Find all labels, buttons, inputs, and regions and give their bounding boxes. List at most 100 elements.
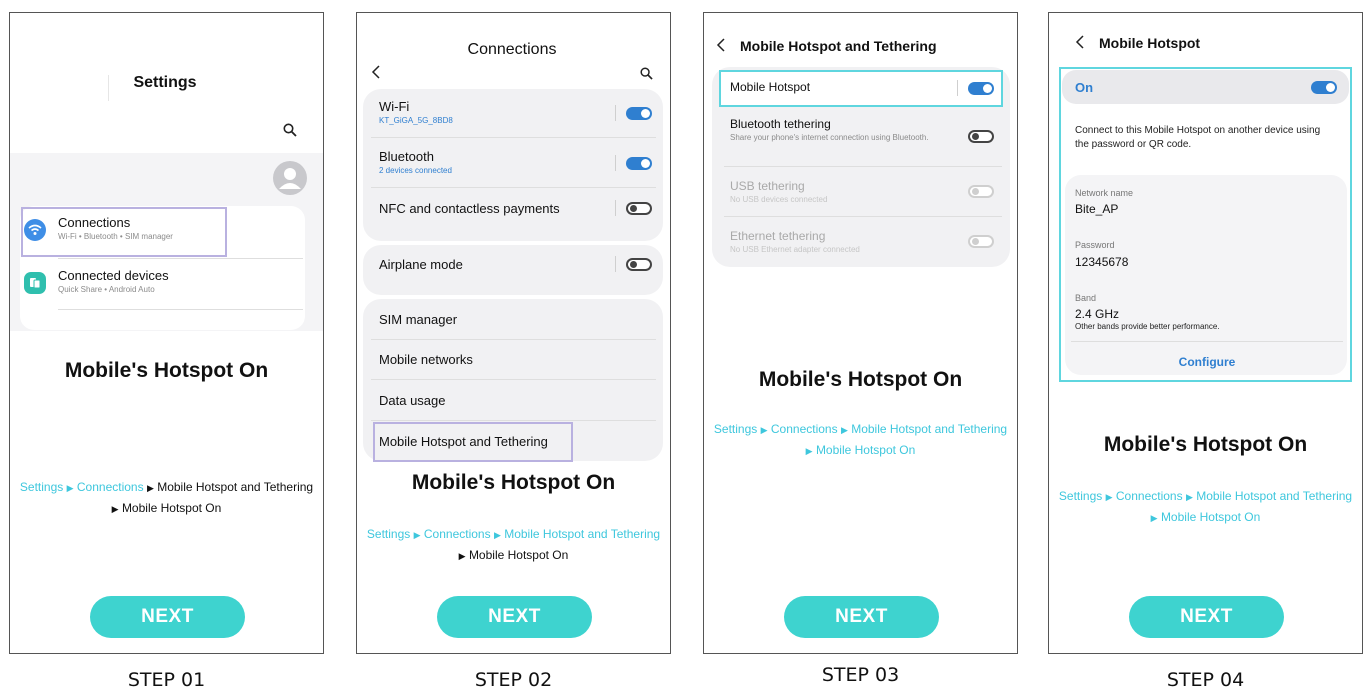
bluetooth-tethering-row[interactable]: Bluetooth tethering Share your phone's i… xyxy=(730,117,930,142)
bluetooth-label: Bluetooth xyxy=(379,149,434,164)
crumb-hotspot-on: Mobile Hotspot On xyxy=(815,443,916,457)
nfc-toggle[interactable] xyxy=(626,202,652,215)
crumb-hotspot-tethering: Mobile Hotspot and Tethering xyxy=(851,422,1008,436)
configure-button[interactable]: Configure xyxy=(1109,355,1305,369)
bluetooth-tethering-label: Bluetooth tethering xyxy=(730,117,831,131)
crumb-arrow: ▶ xyxy=(760,425,768,435)
list-divider xyxy=(1071,341,1343,342)
breadcrumb: Settings ▶ Connections ▶ Mobile Hotspot … xyxy=(1049,486,1362,528)
search-icon[interactable] xyxy=(283,123,297,137)
usb-tethering-status: No USB devices connected xyxy=(730,195,828,204)
toggle-separator xyxy=(957,80,958,96)
crumb-hotspot-on: Mobile Hotspot On xyxy=(1160,510,1261,524)
next-button[interactable]: NEXT xyxy=(437,596,592,638)
step-label-3: STEP 03 xyxy=(821,664,900,686)
bluetooth-subtitle: 2 devices connected xyxy=(379,166,452,175)
usb-tethering-row[interactable]: USB tethering No USB devices connected xyxy=(730,179,930,204)
list-divider xyxy=(724,216,1002,217)
next-button[interactable]: NEXT xyxy=(1129,596,1284,638)
crumb-hotspot-on: Mobile Hotspot On xyxy=(468,548,569,562)
password-value[interactable]: 12345678 xyxy=(1075,255,1128,269)
mobile-networks-item[interactable]: Mobile networks xyxy=(379,352,473,367)
toggle-separator xyxy=(615,256,616,272)
connected-devices-label: Connected devices xyxy=(58,268,169,283)
search-icon[interactable] xyxy=(640,67,653,80)
usb-tethering-toggle[interactable] xyxy=(968,185,994,198)
ethernet-tethering-label: Ethernet tethering xyxy=(730,229,826,243)
list-divider xyxy=(371,339,656,340)
crumb-hotspot-tethering: Mobile Hotspot and Tethering xyxy=(504,527,661,541)
list-divider xyxy=(371,420,656,421)
breadcrumb: Settings ▶ Connections ▶ Mobile Hotspot … xyxy=(357,524,670,566)
profile-avatar-icon[interactable] xyxy=(273,161,307,195)
wifi-icon xyxy=(24,219,46,241)
crumb-arrow: ▶ xyxy=(805,446,813,456)
connections-label: Connections xyxy=(58,215,131,230)
toggle-separator xyxy=(615,155,616,171)
headline: Mobile's Hotspot On xyxy=(758,368,963,391)
ethernet-tethering-row[interactable]: Ethernet tethering No USB Ethernet adapt… xyxy=(730,229,950,254)
connected-devices-icon xyxy=(24,272,46,294)
mobile-hotspot-toggle[interactable] xyxy=(968,82,994,95)
connections-subtitle: Wi-Fi • Bluetooth • SIM manager xyxy=(58,232,173,241)
band-note: Other bands provide better performance. xyxy=(1075,322,1220,331)
settings-item-connected-devices[interactable]: Connected devices Quick Share • Android … xyxy=(24,266,294,308)
breadcrumb: Settings ▶ Connections ▶ Mobile Hotspot … xyxy=(10,477,323,519)
crumb-arrow: ▶ xyxy=(413,530,421,540)
step1-panel: Settings Connections Wi-Fi • Bluetooth •… xyxy=(9,12,324,654)
next-button[interactable]: NEXT xyxy=(784,596,939,638)
crumb-connections: Connections xyxy=(76,480,144,494)
toggle-separator xyxy=(615,200,616,216)
airplane-mode-toggle[interactable] xyxy=(626,258,652,271)
mobile-hotspot-label[interactable]: Mobile Hotspot xyxy=(730,80,810,94)
settings-item-connections[interactable]: Connections Wi-Fi • Bluetooth • SIM mana… xyxy=(24,213,294,255)
hotspot-tethering-item[interactable]: Mobile Hotspot and Tethering xyxy=(379,434,548,449)
step2-panel: Connections Wi-Fi KT_GiGA_5G_8BD8 Blueto… xyxy=(356,12,671,654)
step-label-1: STEP 01 xyxy=(127,669,206,691)
crumb-arrow: ▶ xyxy=(458,551,466,561)
title-divider xyxy=(108,75,109,101)
breadcrumb: Settings ▶ Connections ▶ Mobile Hotspot … xyxy=(704,419,1017,461)
nfc-label[interactable]: NFC and contactless payments xyxy=(379,201,560,216)
list-divider xyxy=(371,137,656,138)
password-label: Password xyxy=(1075,240,1115,250)
bluetooth-tethering-toggle[interactable] xyxy=(968,130,994,143)
band-label: Band xyxy=(1075,293,1097,303)
next-button[interactable]: NEXT xyxy=(90,596,245,638)
wifi-toggle[interactable] xyxy=(626,107,652,120)
step-label-4: STEP 04 xyxy=(1166,669,1245,691)
back-chevron-icon[interactable] xyxy=(716,38,726,52)
on-row[interactable] xyxy=(1062,70,1349,104)
crumb-settings: Settings xyxy=(713,422,758,436)
list-divider xyxy=(724,166,1002,167)
crumb-settings: Settings xyxy=(1058,489,1103,503)
connected-devices-subtitle: Quick Share • Android Auto xyxy=(58,285,155,294)
crumb-connections: Connections xyxy=(1115,489,1183,503)
crumb-hotspot-tethering: Mobile Hotspot and Tethering xyxy=(1196,489,1353,503)
step4-title: Mobile Hotspot xyxy=(1099,35,1201,51)
step3-panel: Mobile Hotspot and Tethering Mobile Hots… xyxy=(703,12,1018,654)
bluetooth-toggle[interactable] xyxy=(626,157,652,170)
back-chevron-icon[interactable] xyxy=(1075,35,1085,49)
crumb-hotspot-on: Mobile Hotspot On xyxy=(121,501,222,515)
crumb-arrow: ▶ xyxy=(493,530,501,540)
crumb-arrow: ▶ xyxy=(840,425,848,435)
crumb-arrow: ▶ xyxy=(146,483,154,493)
crumb-arrow: ▶ xyxy=(1105,492,1113,502)
ethernet-tethering-status: No USB Ethernet adapter connected xyxy=(730,245,860,254)
data-usage-item[interactable]: Data usage xyxy=(379,393,446,408)
airplane-mode-label[interactable]: Airplane mode xyxy=(379,257,463,272)
back-chevron-icon[interactable] xyxy=(371,65,381,79)
headline: Mobile's Hotspot On xyxy=(411,471,616,494)
network-name-value[interactable]: Bite_AP xyxy=(1075,202,1118,216)
band-value[interactable]: 2.4 GHz xyxy=(1075,307,1119,321)
hotspot-description: Connect to this Mobile Hotspot on anothe… xyxy=(1075,125,1321,150)
ethernet-tethering-toggle[interactable] xyxy=(968,235,994,248)
headline: Mobile's Hotspot On xyxy=(1103,433,1308,456)
hotspot-on-toggle[interactable] xyxy=(1311,81,1337,94)
crumb-arrow: ▶ xyxy=(1185,492,1193,502)
wifi-row[interactable]: Wi-Fi KT_GiGA_5G_8BD8 xyxy=(379,99,649,139)
sim-manager-item[interactable]: SIM manager xyxy=(379,312,457,327)
bluetooth-row[interactable]: Bluetooth 2 devices connected xyxy=(379,149,649,189)
crumb-settings: Settings xyxy=(366,527,411,541)
